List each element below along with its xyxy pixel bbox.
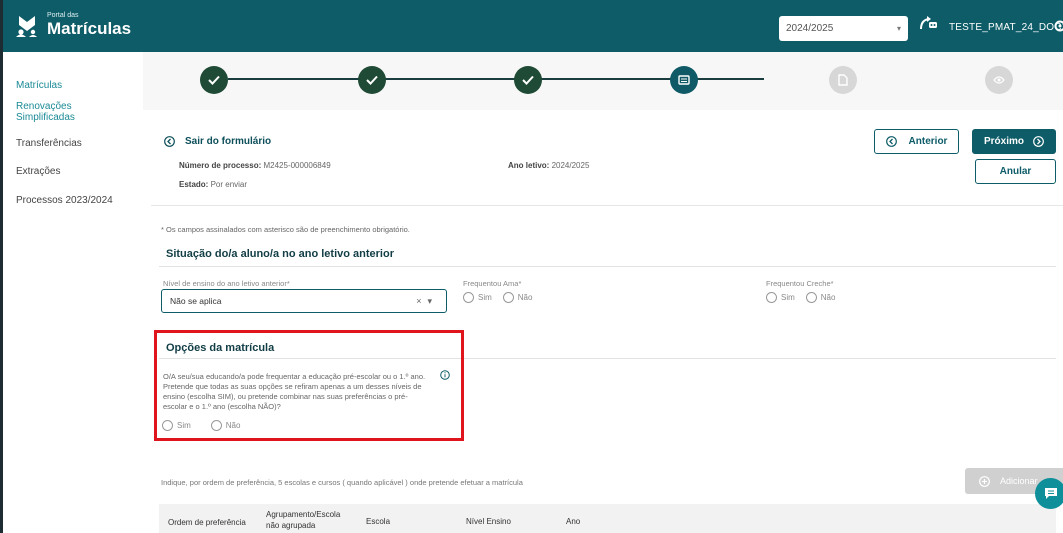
ama-radio-group: Sim Não — [463, 292, 543, 303]
radio-icon — [805, 292, 817, 303]
step-6-todo[interactable] — [985, 66, 1013, 94]
col-school: Escola — [366, 517, 391, 526]
col-level: Nível Ensino — [466, 517, 511, 526]
exit-form-link[interactable]: Sair do formulário — [164, 136, 271, 147]
form-icon — [678, 75, 690, 85]
next-button[interactable]: Próximo — [972, 129, 1056, 154]
ama-yes-label: Sim — [478, 293, 492, 302]
highlight-box — [154, 330, 464, 441]
creche-label: Frequentou Creche* — [766, 279, 834, 288]
col-group-line2: não agrupada — [266, 521, 316, 530]
exit-form-label: Sair do formulário — [185, 136, 272, 147]
arrow-right-circle-icon — [1033, 136, 1044, 147]
process-status-label: Estado: — [179, 180, 209, 189]
chat-icon — [1044, 488, 1057, 499]
education-level-select[interactable]: Não se aplica ×▾ — [161, 289, 447, 313]
sidebar-item-matriculas[interactable]: Matrículas — [16, 80, 62, 92]
radio-icon — [766, 292, 777, 303]
add-button-label: Adicionar — [1000, 476, 1038, 486]
sidebar: Matrículas Renovações Simplificadas Tran… — [3, 52, 143, 533]
school-year-info: Ano letivo: 2024/2025 — [508, 161, 589, 170]
ama-no-label: Não — [517, 293, 533, 302]
step-2-done[interactable] — [358, 66, 386, 94]
logo-title: Matrículas — [47, 19, 132, 38]
radio-icon — [502, 292, 514, 303]
process-status-value: Por enviar — [210, 180, 248, 189]
top-bar: Portal das Matrículas 2024/2025 ▾ TESTE_… — [3, 0, 1063, 52]
step-3-done[interactable] — [514, 66, 542, 94]
process-number-label: Número de processo: — [179, 161, 262, 170]
process-number: Número de processo: M2425-000006849 — [179, 161, 331, 170]
step-5-todo[interactable] — [829, 66, 857, 94]
col-order: Ordem de preferência — [168, 518, 246, 527]
progress-stepper — [143, 52, 1063, 110]
chevron-down-icon: ▾ — [896, 24, 901, 33]
preferences-instruction: Indique, por ordem de preferência, 5 esc… — [161, 478, 523, 487]
creche-no-label: Não — [820, 293, 836, 302]
school-year-info-value: 2024/2025 — [551, 161, 590, 170]
creche-radio-group: Sim Não — [766, 292, 846, 303]
section-divider — [159, 266, 1056, 267]
ama-yes-option[interactable]: Sim — [463, 292, 492, 303]
creche-yes-option[interactable]: Sim — [766, 292, 795, 303]
plus-circle-icon — [979, 475, 990, 487]
process-number-value: M2425-000006849 — [263, 161, 331, 170]
creche-yes-label: Sim — [781, 293, 795, 302]
preferences-table-header: Ordem de preferência Agrupamento/Escola … — [159, 504, 1056, 533]
sidebar-item-renovacoes-line2[interactable]: Simplificadas — [16, 112, 75, 124]
previous-button[interactable]: Anterior — [874, 129, 959, 154]
ama-no-option[interactable]: Não — [502, 292, 533, 303]
user-switch-icon[interactable] — [918, 15, 938, 35]
step-1-done[interactable] — [200, 66, 228, 94]
school-year-select[interactable]: 2024/2025 ▾ — [779, 16, 908, 41]
document-icon — [838, 74, 848, 86]
chat-button[interactable] — [1035, 478, 1063, 509]
previous-year-section-title: Situação do/a aluno/a no ano letivo ante… — [166, 248, 394, 260]
cancel-button-label: Anular — [999, 166, 1032, 177]
check-icon — [522, 75, 534, 85]
logo-icon — [16, 15, 37, 37]
arrow-left-circle-icon — [164, 136, 175, 147]
radio-icon — [463, 292, 474, 303]
sidebar-item-processos[interactable]: Processos 2023/2024 — [16, 195, 113, 207]
user-name[interactable]: TESTE_PMAT_24_DOC1 — [949, 22, 1063, 33]
ama-label: Frequentou Ama* — [463, 279, 522, 288]
creche-no-option[interactable]: Não — [805, 292, 836, 303]
step-4-current[interactable] — [670, 66, 698, 94]
next-button-label: Próximo — [983, 136, 1024, 147]
arrow-left-circle-icon — [885, 136, 897, 147]
logo-small-text: Portal das — [47, 12, 79, 19]
previous-button-label: Anterior — [908, 136, 948, 147]
sidebar-item-extracoes[interactable]: Extrações — [16, 166, 60, 178]
col-group: Agrupamento/Escola — [266, 510, 341, 519]
sidebar-item-transferencias[interactable]: Transferências — [16, 138, 82, 150]
cancel-button[interactable]: Anular — [975, 159, 1056, 184]
required-fields-note: * Os campos assinalados com asterisco sã… — [161, 225, 410, 234]
check-icon — [366, 75, 378, 85]
school-year-info-label: Ano letivo: — [508, 161, 550, 170]
education-level-value: Não se aplica — [170, 296, 222, 306]
clear-and-chevron-icon: ×▾ — [416, 295, 438, 306]
eye-icon — [993, 76, 1005, 84]
check-icon — [208, 75, 220, 85]
settings-icon[interactable] — [1053, 19, 1063, 33]
process-status: Estado: Por enviar — [179, 180, 247, 189]
col-year: Ano — [566, 517, 581, 526]
app-root: Portal das Matrículas 2024/2025 ▾ TESTE_… — [0, 0, 1063, 533]
education-level-label: Nível de ensino do ano letivo anterior* — [163, 279, 290, 288]
app-logo[interactable]: Portal das Matrículas — [13, 12, 131, 37]
form-header-card — [151, 114, 1063, 206]
school-year-value: 2024/2025 — [786, 23, 834, 34]
